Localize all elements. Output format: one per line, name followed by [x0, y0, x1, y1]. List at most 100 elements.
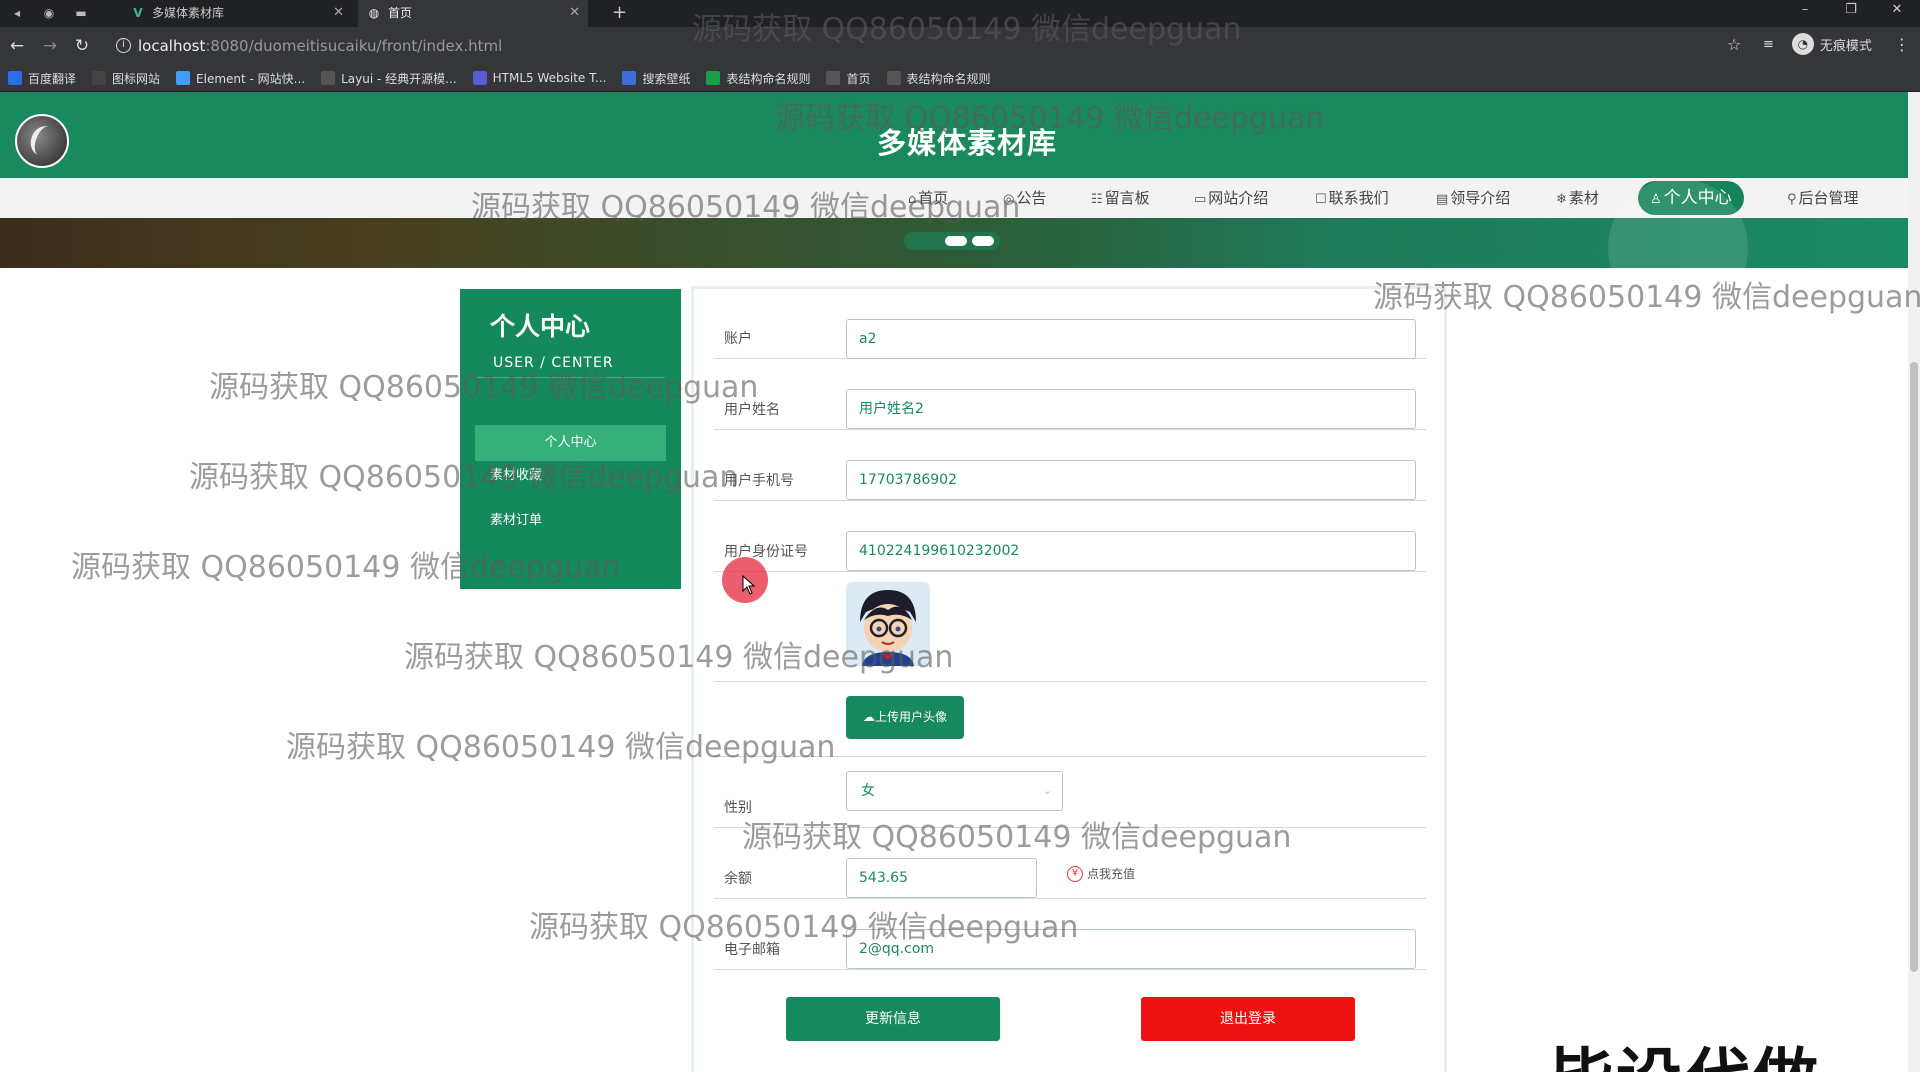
- bookmark-favicon-icon: [886, 71, 901, 85]
- carousel-dot[interactable]: [972, 236, 994, 246]
- close-tab-icon[interactable]: ✕: [333, 0, 344, 26]
- browser-tab-1[interactable]: V 多媒体素材库 ✕: [122, 0, 352, 27]
- site-title: 多媒体素材库: [876, 126, 1057, 160]
- more-menu-icon[interactable]: ⋮: [1894, 35, 1910, 54]
- phone-input[interactable]: 17703786902: [846, 460, 1416, 500]
- bookmark-favicon-icon: [321, 71, 336, 85]
- tab-search-icon[interactable]: ◉: [40, 4, 58, 22]
- nav-leaders[interactable]: ▤ 领导介绍: [1436, 187, 1510, 208]
- tab-window-icon[interactable]: ▬: [72, 4, 90, 22]
- bookmark-label: 首页: [846, 71, 871, 86]
- notice-icon: ◎: [1003, 192, 1015, 207]
- nav-materials[interactable]: ❄ 素材: [1556, 187, 1599, 208]
- url-host: localhost: [138, 37, 206, 55]
- reload-icon[interactable]: ↻: [71, 35, 93, 57]
- nav-message-board[interactable]: ☷ 留言板: [1091, 187, 1150, 208]
- upload-avatar-button[interactable]: ☁上传用户头像: [846, 696, 964, 739]
- bookmark-item[interactable]: 首页: [826, 70, 871, 87]
- phone-label: 用户手机号: [724, 473, 794, 489]
- profile-form: 账户 a2 用户姓名 用户姓名2 用户手机号 17703786902 用户身份证…: [691, 286, 1447, 1072]
- profile-label[interactable]: 无痕模式: [1820, 35, 1872, 54]
- account-input[interactable]: a2: [846, 319, 1416, 359]
- bookmark-favicon-icon: [472, 71, 487, 85]
- url-input[interactable]: i localhost:8080/duomeitisucaiku/front/i…: [108, 33, 1758, 59]
- sidebar-item-favorites[interactable]: 素材收藏: [475, 458, 666, 494]
- close-tab-icon[interactable]: ✕: [569, 0, 580, 26]
- nav-contact[interactable]: ☐ 联系我们: [1315, 187, 1389, 208]
- close-window-icon[interactable]: ✕: [1874, 0, 1920, 22]
- new-tab-icon[interactable]: +: [612, 0, 627, 26]
- nav-label: 后台管理: [1798, 189, 1859, 207]
- bookmark-item[interactable]: 百度翻译: [8, 70, 76, 87]
- bookmark-item[interactable]: 表结构命名规则: [886, 70, 991, 87]
- home-icon: ⌂: [908, 192, 917, 207]
- nav-label: 留言板: [1104, 189, 1150, 207]
- bookmark-item[interactable]: 搜索壁纸: [622, 70, 690, 87]
- bookmark-label: HTML5 Website T...: [492, 71, 607, 85]
- incognito-icon[interactable]: ◔: [1791, 33, 1814, 55]
- browser-tab-2[interactable]: ◍ 首页 ✕: [358, 0, 588, 27]
- idcard-input[interactable]: 410224199610232002: [846, 531, 1416, 571]
- bookmark-item[interactable]: 图标网站: [92, 70, 160, 87]
- back-icon[interactable]: ←: [6, 35, 28, 57]
- nav-home[interactable]: ⌂ 首页: [908, 187, 948, 208]
- sidebar-item-orders[interactable]: 素材订单: [475, 503, 666, 539]
- corner-overlay-text: 毕设代做: [1548, 1026, 1820, 1072]
- site-header: 多媒体素材库: [0, 92, 1908, 178]
- page-viewport: 多媒体素材库 ⌂ 首页 ◎ 公告 ☷ 留言板 ▭ 网站介绍 ☐ 联系我们 ▤ 领导介绍 ❄ 素…: [0, 92, 1920, 1072]
- bookmark-label: 图标网站: [112, 71, 161, 86]
- browser-tab-title: 多媒体素材库: [152, 6, 225, 20]
- yen-icon: ¥: [1067, 865, 1083, 882]
- bookmark-favicon-icon: [176, 71, 191, 85]
- bookmarks-bar: 百度翻译 图标网站 Element - 网站快... Layui - 经典开源模...…: [0, 65, 1920, 92]
- sidebar-subtitle: USER / CENTER: [493, 355, 614, 371]
- update-info-button[interactable]: 更新信息: [786, 997, 1000, 1041]
- nav-label: 公告: [1016, 189, 1047, 207]
- gender-select[interactable]: 女 ⌄: [846, 771, 1063, 811]
- logout-button[interactable]: 退出登录: [1141, 997, 1355, 1041]
- tab-audio-icon[interactable]: ◂: [8, 4, 26, 22]
- forward-icon[interactable]: →: [39, 35, 61, 57]
- minimize-icon[interactable]: –: [1782, 0, 1828, 22]
- nav-label: 领导介绍: [1450, 189, 1511, 207]
- bookmark-star-icon[interactable]: ☆: [1727, 35, 1741, 54]
- nav-label: 联系我们: [1328, 189, 1389, 207]
- form-row-email: 电子邮箱 2@qq.com: [714, 899, 1426, 970]
- bookmark-item[interactable]: HTML5 Website T...: [472, 71, 607, 85]
- balance-input[interactable]: 543.65: [846, 858, 1037, 898]
- carousel-dot[interactable]: [945, 236, 967, 246]
- nav-notice[interactable]: ◎ 公告: [1003, 187, 1046, 208]
- scrollbar-thumb[interactable]: [1910, 362, 1918, 972]
- reading-list-icon[interactable]: ≡: [1763, 37, 1774, 52]
- name-input[interactable]: 用户姓名2: [846, 389, 1416, 429]
- browser-tab-strip: ◂ ◉ ▬ V 多媒体素材库 ✕ ◍ 首页 ✕ + – ❐ ✕: [0, 0, 1920, 27]
- bookmark-item[interactable]: Element - 网站快...: [176, 70, 305, 87]
- sidebar-item-user-center[interactable]: 个人中心: [475, 425, 666, 461]
- recharge-link[interactable]: ¥ 点我充值: [1067, 865, 1135, 882]
- contact-icon: ☐: [1315, 192, 1327, 207]
- sidebar-title: 个人中心: [490, 312, 591, 341]
- form-row-upload: ☁上传用户头像: [714, 682, 1426, 757]
- bookmark-item[interactable]: 表结构命名规则: [706, 70, 810, 87]
- bookmark-label: 搜索壁纸: [642, 71, 691, 86]
- bookmark-favicon-icon: [622, 71, 637, 85]
- nav-site-intro[interactable]: ▭ 网站介绍: [1194, 187, 1268, 208]
- globe-favicon-icon: ◍: [368, 6, 380, 20]
- leaders-icon: ▤: [1436, 192, 1449, 207]
- cloud-upload-icon: ☁: [862, 710, 875, 724]
- form-row-balance: 余额 543.65 ¥ 点我充值: [714, 828, 1426, 899]
- site-info-icon[interactable]: i: [116, 38, 131, 53]
- toolbar-right: ≡ ◔ 无痕模式 ⋮: [1763, 33, 1910, 55]
- user-center-sidebar: 个人中心 USER / CENTER 个人中心 素材收藏 素材订单: [460, 289, 681, 589]
- browser-tab-title: 首页: [388, 6, 413, 20]
- mouse-cursor-icon: [742, 575, 756, 595]
- link-icon: ⚲: [1787, 192, 1797, 207]
- vue-favicon-icon: V: [133, 6, 143, 20]
- page-scrollbar[interactable]: [1908, 92, 1920, 1072]
- restore-icon[interactable]: ❐: [1828, 0, 1874, 22]
- form-row-avatar: [714, 572, 1426, 682]
- bookmark-item[interactable]: Layui - 经典开源模...: [321, 70, 457, 87]
- nav-admin[interactable]: ⚲ 后台管理: [1787, 187, 1859, 208]
- email-input[interactable]: 2@qq.com: [846, 929, 1416, 969]
- bookmark-label: 百度翻译: [28, 71, 77, 86]
